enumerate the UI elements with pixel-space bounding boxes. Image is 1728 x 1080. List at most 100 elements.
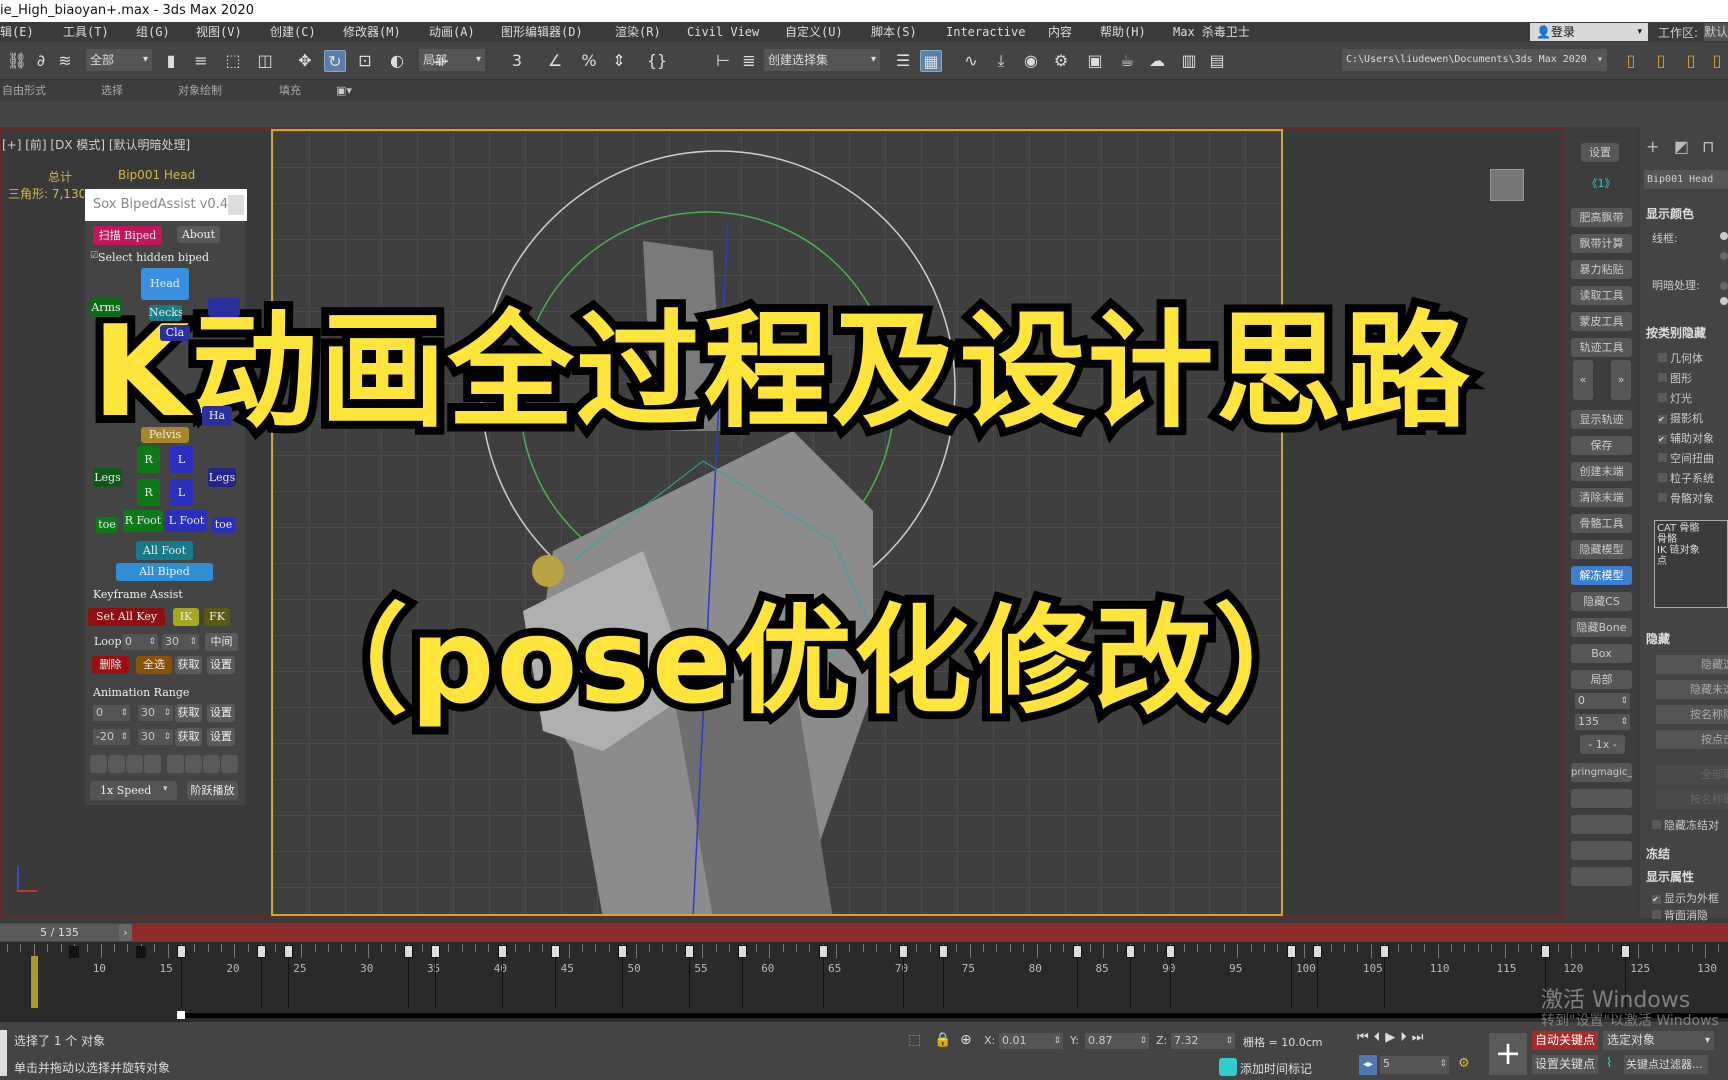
range2-get-button[interactable]: 获取 [175,728,202,746]
section-display-properties[interactable]: 显示属性 [1646,868,1694,885]
a360-icon[interactable]: ▥ [1178,50,1200,72]
key-mode-toggle-icon[interactable]: ◂▸ [1359,1055,1377,1075]
hide-frozen-checkbox[interactable]: 隐藏冻结对 [1652,817,1719,833]
modify-tab-icon[interactable]: ◩ [1674,137,1689,156]
next-page-button[interactable]: » [1611,360,1631,400]
time-config-icon[interactable]: ⚙ [1458,1056,1470,1071]
backface-cull-checkbox[interactable]: 背面消隐 [1652,907,1708,923]
tool-button[interactable]: 肥高飘带 [1571,208,1632,227]
current-frame-field[interactable]: 5 [1380,1056,1449,1074]
radio-button[interactable] [1720,297,1728,305]
set-keys-big-button[interactable]: + [1489,1033,1527,1075]
range1-end-spinner[interactable]: 30 [138,705,173,721]
ribbon-tab[interactable]: 对象绘制 [178,80,222,101]
key-marker[interactable] [1072,945,1082,958]
auto-key-button[interactable]: 自动关键点 [1532,1031,1598,1050]
maxscript-listener[interactable] [0,1030,7,1076]
loop-start-spinner[interactable]: 0 [122,634,158,650]
empty-tool-button[interactable] [1571,841,1632,860]
spinner-snap-icon[interactable]: ⇕ [608,50,630,72]
start-frame-spinner[interactable]: 0 [1575,693,1630,709]
key-marker[interactable] [1126,945,1136,958]
login-dropdown[interactable]: 👤登录 ▾ [1530,23,1648,41]
tool-button[interactable]: 局部 [1571,670,1632,689]
range1-start-spinner[interactable]: 0 [93,705,130,721]
select-all-button[interactable]: 全选 [136,656,172,674]
about-button[interactable]: About [177,226,220,243]
x-coordinate-field[interactable]: 0.01 [999,1033,1063,1049]
list-item[interactable]: 骨骼 [1657,534,1725,545]
range2-set-button[interactable]: 设置 [207,728,235,746]
end-frame-spinner[interactable]: 135 [1575,714,1630,730]
render-cloud-icon[interactable]: ☁ [1146,50,1168,72]
tool-button[interactable]: 显示轨迹 [1571,410,1632,429]
section-freeze[interactable]: 冻结 [1646,845,1670,862]
checkbox-icon[interactable] [1658,353,1667,362]
snap-toggle-icon[interactable]: 3 [506,50,528,72]
tool-button[interactable]: 读取工具 [1571,286,1632,305]
preset-slot-button[interactable] [203,755,220,773]
time-slider-thumb[interactable]: 5 / 135 [0,924,119,941]
next-frame-icon[interactable]: ⏵ [1400,1030,1412,1045]
tool-button[interactable]: 蒙皮工具 [1571,312,1632,331]
arms-right-button[interactable]: Arms [90,298,122,317]
key-marker[interactable] [1540,945,1550,958]
tool-button[interactable]: 暴力粘贴 [1571,260,1632,279]
next-frame-arrow-icon[interactable]: › [119,924,132,941]
ribbon-icon[interactable]: ▦ [920,50,942,72]
bind-spacewarp-icon[interactable]: ≋ [54,50,76,72]
move-icon[interactable]: ✥ [294,50,316,72]
menu-item[interactable]: 帮助(H) [1100,22,1146,42]
empty-tool-button[interactable] [1571,867,1632,886]
step-play-button[interactable]: 阶跃播放 [187,781,238,800]
key-marker[interactable] [738,945,748,958]
key-marker[interactable] [257,945,267,958]
menu-item[interactable]: 图形编辑器(D) [501,22,583,42]
tool-button[interactable]: 飘带计算 [1571,234,1632,253]
tool-button[interactable]: 保存 [1571,436,1632,455]
checkbox-icon[interactable] [1658,373,1667,382]
checkbox-checked-icon[interactable]: ✔ [1658,435,1667,444]
list-item[interactable]: IK 链对象 [1657,545,1725,556]
viewcube-icon[interactable] [1490,169,1524,201]
ribbon-tab[interactable]: 自由形式 [2,80,46,101]
key-marker[interactable] [1313,945,1323,958]
key-marker[interactable] [618,945,628,958]
menu-item[interactable]: 组(G) [136,22,170,42]
align-icon[interactable]: ⊢ [712,50,734,72]
folder-set-icon[interactable]: ▯ [1706,50,1728,72]
necks-button[interactable]: Necks [149,305,182,321]
get-button[interactable]: 获取 [175,656,202,674]
add-time-tag[interactable]: 添加时间标记 [1240,1060,1312,1077]
hide-button[interactable]: 隐藏未选 [1656,680,1728,699]
section-hide[interactable]: 隐藏 [1646,630,1670,647]
all-biped-button[interactable]: All Biped [116,563,213,581]
menu-item[interactable]: 脚本(S) [871,22,917,42]
lock-icon[interactable]: 🔒 [934,1032,951,1048]
folder-open-icon[interactable]: ▯ [1650,50,1672,72]
middle-button[interactable]: 中间 [205,633,238,651]
left-thigh-button[interactable]: L [170,446,193,473]
select-object-icon[interactable]: ▮ [160,50,182,72]
right-thigh-button[interactable]: R [137,446,160,473]
hierarchy-tab-icon[interactable]: ⊓ [1702,137,1714,156]
radio-button[interactable] [1720,252,1728,260]
scene-explorer-icon[interactable]: ☰ [892,50,914,72]
key-filters-button[interactable]: 关键点过滤器... [1624,1055,1708,1074]
project-path-dropdown[interactable]: C:\Users\liudewen\Documents\3ds Max 2020 [1342,49,1607,71]
key-marker[interactable] [898,945,908,958]
rotate-icon[interactable]: ↻ [324,50,346,72]
track-bar[interactable]: 10 15 20 25 30 35 40 45 50 55 60 65 70 75 80 85 90 95 100 1… [0,942,1728,1022]
time-tag-icon[interactable] [1219,1058,1237,1076]
range1-get-button[interactable]: 获取 [175,704,202,722]
left-calf-button[interactable]: L [170,479,193,506]
checkbox-icon[interactable] [1658,493,1667,502]
preset-slot-button[interactable] [90,755,107,773]
unhide-button[interactable]: 全部取 [1656,765,1728,784]
checkbox-icon[interactable] [1658,393,1667,402]
play-icon[interactable]: ▶ [1385,1030,1400,1045]
pelvis-button[interactable]: Pelvis [141,427,189,443]
key-marker[interactable] [1620,945,1630,958]
link-icon[interactable]: ⛓ [6,50,28,72]
delete-button[interactable]: 删除 [92,656,129,674]
